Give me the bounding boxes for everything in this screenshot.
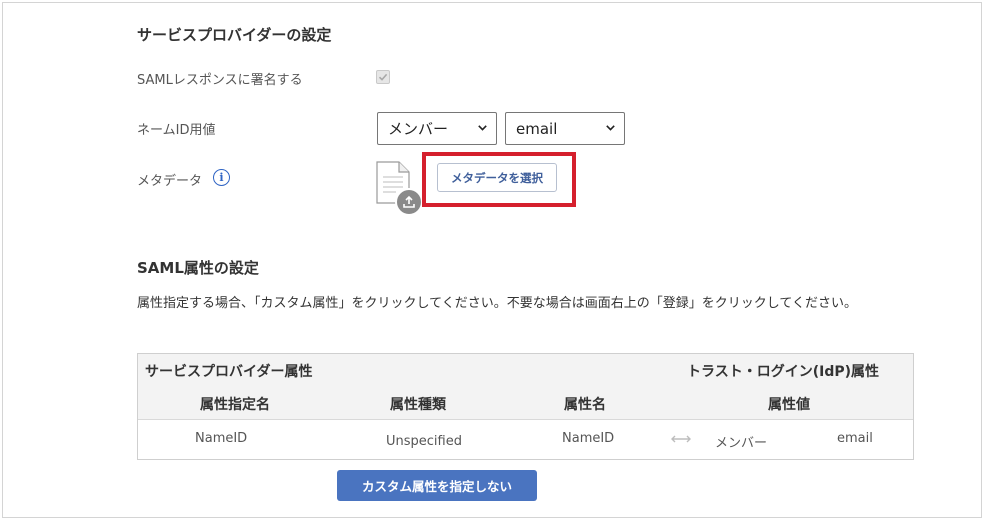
- sign-response-label: SAMLレスポンスに署名する: [137, 73, 303, 88]
- row-attr-name: NameID: [195, 431, 248, 446]
- row-name: NameID: [562, 431, 615, 446]
- nameid-attribute-value: email: [516, 119, 558, 138]
- select-metadata-button[interactable]: メタデータを選択: [437, 163, 557, 192]
- saml-attr-title: SAML属性の設定: [137, 259, 259, 277]
- col-attr-type-header: 属性種類: [390, 397, 446, 413]
- nameid-source-select[interactable]: メンバー: [377, 112, 497, 145]
- nameid-source-value: メンバー: [388, 120, 449, 138]
- row-value: email: [837, 431, 873, 446]
- chevron-down-icon: [606, 125, 615, 131]
- col-attr-name-header: 属性指定名: [200, 397, 270, 413]
- sp-settings-title: サービスプロバイダーの設定: [137, 26, 332, 44]
- bidirectional-arrow-icon: [671, 435, 691, 443]
- saml-attribute-table: サービスプロバイダー属性 トラスト・ログイン(IdP)属性 属性指定名 属性種類…: [137, 353, 914, 460]
- col-value-header: 属性値: [768, 397, 810, 413]
- checkbox-check-icon: [378, 73, 388, 81]
- nameid-label: ネームID用値: [137, 123, 216, 138]
- no-custom-attr-button[interactable]: カスタム属性を指定しない: [337, 470, 537, 501]
- row-attr-type: Unspecified: [386, 434, 462, 449]
- upload-icon[interactable]: [395, 188, 423, 216]
- col-name-header: 属性名: [564, 397, 606, 413]
- sign-response-checkbox[interactable]: [376, 70, 390, 84]
- nameid-attribute-select[interactable]: email: [505, 112, 625, 145]
- row-value-source: メンバー: [715, 436, 768, 451]
- metadata-label: メタデータ: [137, 174, 203, 189]
- info-icon[interactable]: i: [213, 169, 230, 186]
- chevron-down-icon: [478, 125, 487, 131]
- saml-attr-description: 属性指定する場合、「カスタム属性」をクリックしてください。不要な場合は画面右上の…: [137, 296, 857, 311]
- sp-attr-group-header: サービスプロバイダー属性: [145, 364, 313, 380]
- idp-attr-group-header: トラスト・ログイン(IdP)属性: [687, 364, 880, 380]
